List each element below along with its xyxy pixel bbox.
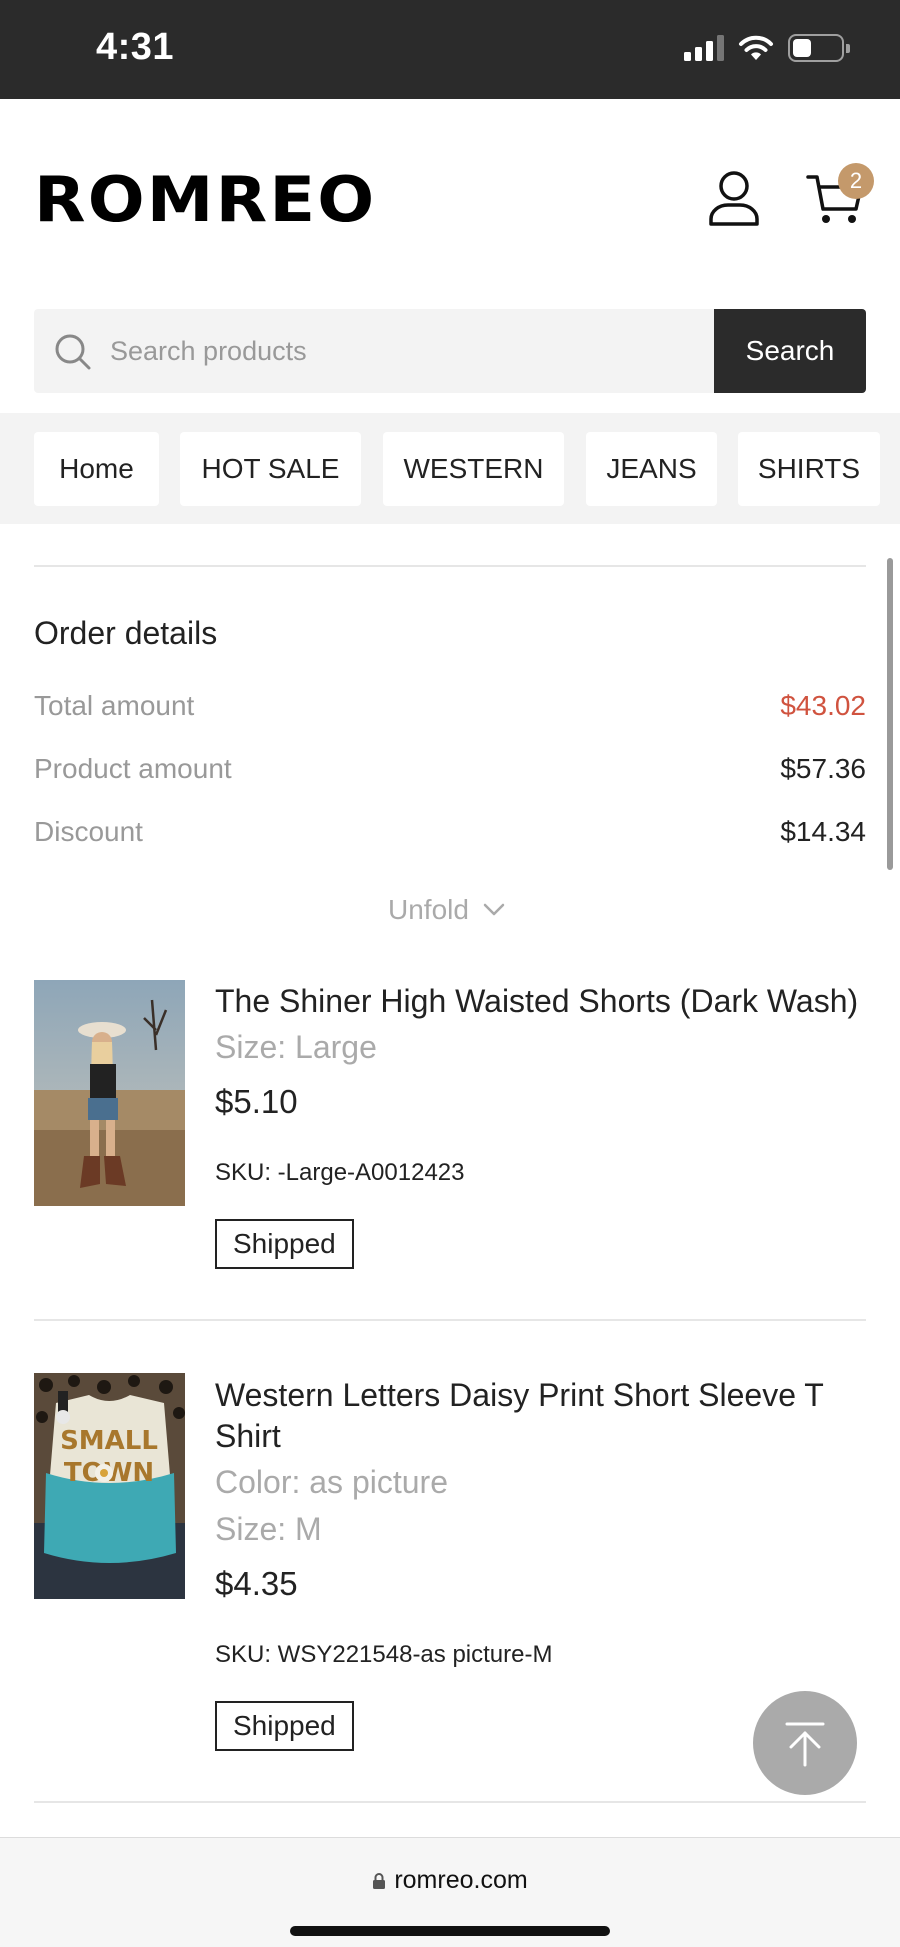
nav-item-home[interactable]: Home — [34, 432, 159, 506]
product-price: $4.35 — [215, 1565, 298, 1602]
wifi-icon — [739, 35, 773, 60]
back-to-top-button[interactable] — [753, 1691, 857, 1795]
search-input[interactable] — [110, 309, 730, 393]
shipping-status-badge: Shipped — [215, 1219, 354, 1269]
account-icon — [709, 171, 759, 226]
logo[interactable]: ROMREO — [34, 163, 376, 236]
unfold-label: Unfold — [388, 894, 469, 925]
product-size: Size: M — [215, 1511, 322, 1547]
divider — [34, 1319, 866, 1321]
search-bar: Search — [34, 309, 866, 393]
scrollbar[interactable] — [887, 558, 893, 870]
product-sku: SKU: WSY221548-as picture-M — [215, 1641, 553, 1668]
nav-item-hot-sale[interactable]: HOT SALE — [180, 432, 361, 506]
signal-icon — [684, 35, 724, 61]
battery-icon — [788, 34, 850, 62]
status-icons — [684, 34, 850, 62]
product-color: Color: as picture — [215, 1464, 448, 1500]
url-display[interactable]: romreo.com — [0, 1866, 900, 1895]
account-button[interactable] — [706, 169, 762, 227]
chevron-down-icon — [483, 903, 505, 916]
home-indicator[interactable] — [290, 1926, 610, 1936]
nav-item-western[interactable]: WESTERN — [383, 432, 564, 506]
nav-item-jeans[interactable]: JEANS — [586, 432, 717, 506]
total-amount-label: Total amount — [34, 690, 195, 721]
browser-address-bar[interactable]: romreo.com — [0, 1837, 900, 1947]
category-nav: Home HOT SALE WESTERN JEANS SHIRTS — [0, 413, 900, 524]
status-bar: 4:31 — [0, 0, 900, 99]
product-image-tshirt[interactable]: SMALL TOWN — [34, 1373, 185, 1599]
status-time: 4:31 — [96, 26, 175, 68]
discount-label: Discount — [34, 816, 143, 847]
product-price: $5.10 — [215, 1083, 298, 1120]
product-amount-value: $57.36 — [780, 753, 866, 784]
search-icon — [55, 334, 91, 370]
product-title[interactable]: The Shiner High Waisted Shorts (Dark Was… — [215, 981, 875, 1022]
product-sku: SKU: -Large-A0012423 — [215, 1159, 465, 1186]
divider — [34, 1801, 866, 1803]
order-details-title: Order details — [34, 615, 218, 651]
search-button[interactable]: Search — [714, 309, 866, 393]
divider — [34, 565, 866, 567]
unfold-button[interactable]: Unfold — [388, 894, 505, 926]
lock-icon — [373, 1873, 386, 1890]
shipping-status-badge: Shipped — [215, 1701, 354, 1751]
total-amount-value: $43.02 — [780, 690, 866, 721]
discount-value: $14.34 — [780, 816, 866, 847]
product-amount-label: Product amount — [34, 753, 232, 784]
product-title[interactable]: Western Letters Daisy Print Short Sleeve… — [215, 1375, 875, 1457]
nav-item-shirts[interactable]: SHIRTS — [738, 432, 880, 506]
arrow-up-icon — [785, 1722, 825, 1767]
site-header: ROMREO 2 — [0, 99, 900, 299]
product-size: Size: Large — [215, 1029, 377, 1065]
url-text: romreo.com — [394, 1866, 528, 1894]
cart-count-badge: 2 — [838, 163, 874, 199]
product-image-shorts[interactable] — [34, 980, 185, 1206]
svg-text:SMALL: SMALL — [60, 1426, 158, 1456]
